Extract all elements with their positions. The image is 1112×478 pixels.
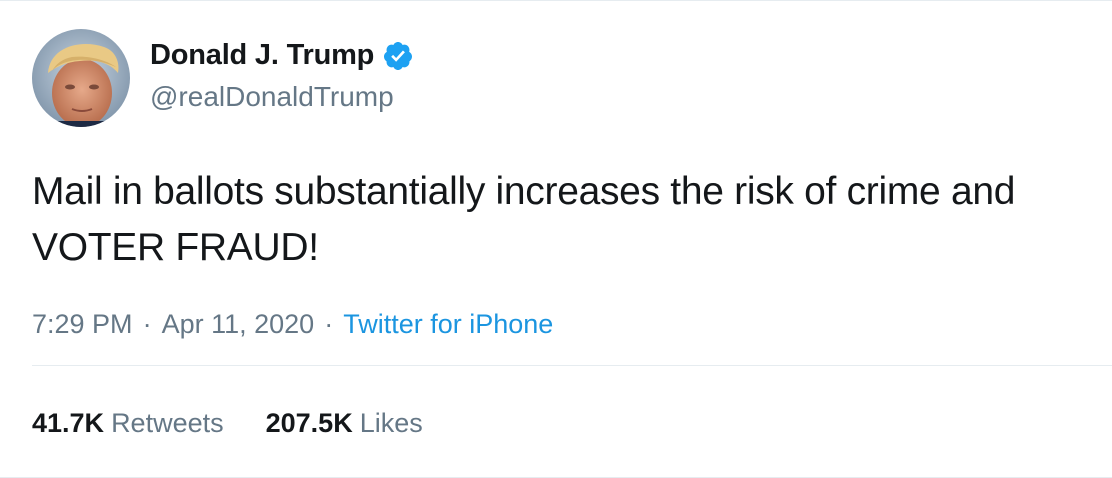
likes-stat[interactable]: 207.5K Likes [266, 408, 423, 439]
meta-separator: · [142, 309, 152, 339]
tweet-date[interactable]: Apr 11, 2020 [162, 309, 315, 340]
tweet-source-link[interactable]: Twitter for iPhone [343, 309, 553, 340]
tweet-stats: 41.7K Retweets 207.5K Likes [32, 408, 465, 439]
retweets-label: Retweets [111, 408, 224, 438]
avatar-image [32, 29, 130, 127]
tweet-card: Donald J. Trump @realDonaldTrump Mail in… [0, 0, 1112, 478]
likes-count: 207.5K [265, 408, 353, 438]
retweets-stat[interactable]: 41.7K Retweets [32, 408, 224, 439]
display-name[interactable]: Donald J. Trump [150, 39, 374, 72]
user-handle[interactable]: @realDonaldTrump [150, 81, 394, 113]
tweet-time[interactable]: 7:29 PM [32, 309, 133, 340]
divider [32, 365, 1112, 366]
likes-label: Likes [359, 408, 423, 438]
verified-badge-icon [382, 40, 414, 72]
retweets-count: 41.7K [32, 408, 105, 438]
user-name-row: Donald J. Trump [150, 39, 414, 72]
tweet-text: Mail in ballots substantially increases … [32, 170, 1016, 269]
avatar[interactable] [32, 29, 130, 127]
tweet-meta: 7:29 PM · Apr 11, 2020 · Twitter for iPh… [32, 309, 553, 340]
meta-separator: · [324, 309, 334, 339]
